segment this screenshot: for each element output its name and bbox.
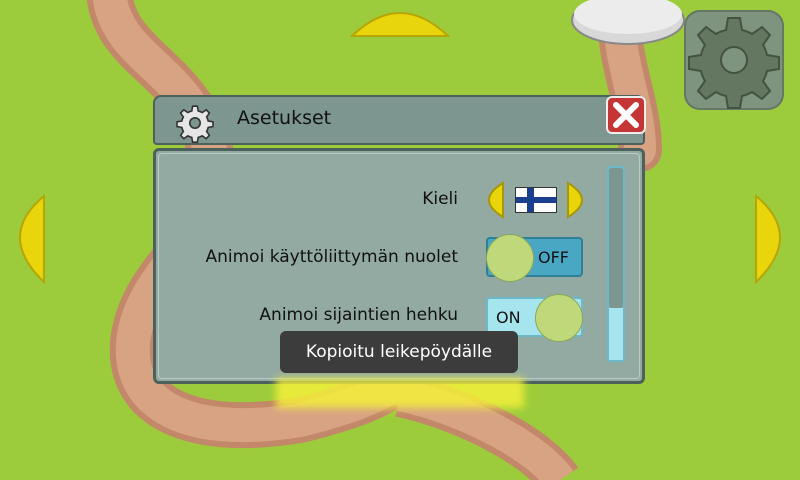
animate-arrows-label: Animoi käyttöliittymän nuolet — [205, 247, 459, 267]
scrollbar[interactable] — [607, 166, 625, 362]
scrollbar-thumb[interactable] — [609, 168, 623, 308]
language-prev-arrow[interactable] — [483, 181, 505, 219]
dialog-header: Asetukset — [153, 95, 645, 145]
language-next-arrow[interactable] — [566, 181, 588, 219]
settings-button[interactable] — [684, 10, 784, 110]
language-label: Kieli — [422, 189, 458, 209]
finland-flag-icon — [515, 187, 557, 213]
toast-message: Kopioitu leikepöydälle — [280, 331, 518, 373]
gear-icon — [688, 17, 780, 109]
animate-arrows-toggle[interactable]: OFF — [486, 234, 583, 282]
toggle-knob — [535, 294, 583, 342]
toggle-knob — [486, 234, 534, 282]
toggle-state-text: OFF — [538, 248, 569, 267]
close-icon — [613, 102, 639, 128]
animate-glow-label: Animoi sijaintien hehku — [259, 305, 458, 325]
dialog-title: Asetukset — [237, 107, 332, 129]
location-glow — [276, 378, 524, 408]
close-button[interactable] — [606, 96, 646, 134]
gear-icon — [176, 105, 214, 143]
toggle-state-text: ON — [496, 308, 521, 327]
